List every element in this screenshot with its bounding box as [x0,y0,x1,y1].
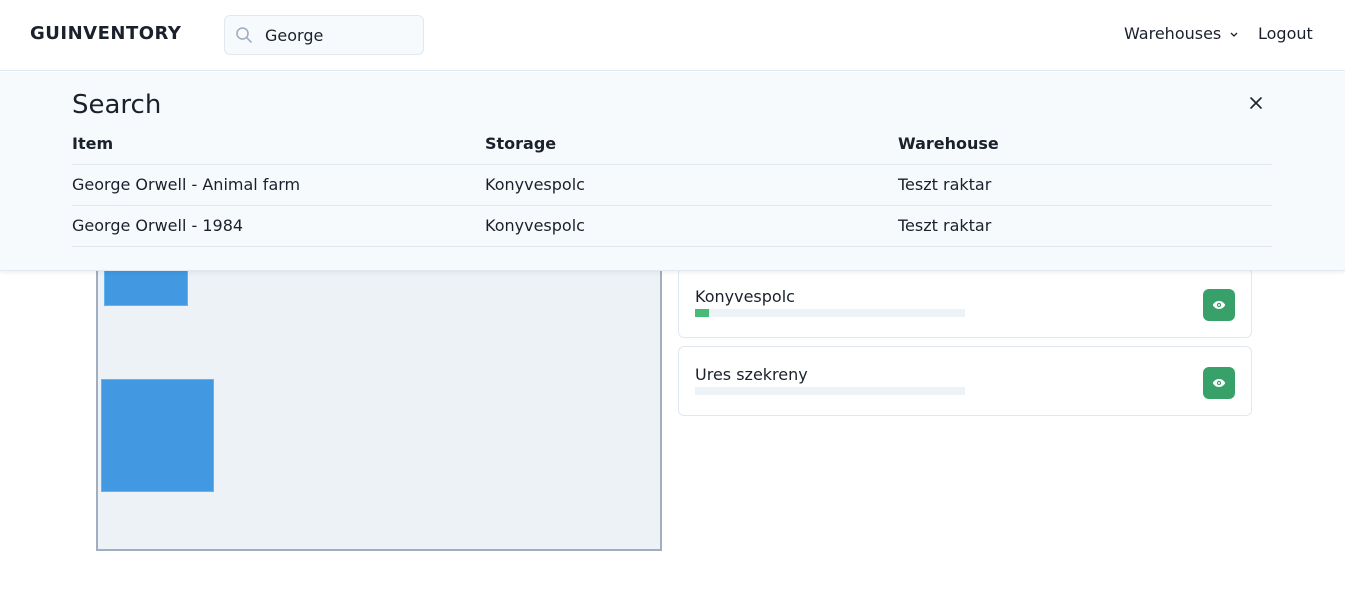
brand-logo[interactable]: GUINVENTORY [30,23,181,44]
column-header-warehouse: Warehouse [898,124,1272,165]
navbar: GUINVENTORY Warehouses Logout [0,0,1345,71]
cell-warehouse[interactable]: Teszt raktar [898,164,1272,206]
table-header-row: Item Storage Warehouse [72,124,1272,165]
warehouse-canvas[interactable] [96,250,662,551]
cell-storage[interactable]: Konyvespolc [485,205,898,247]
cell-item[interactable]: George Orwell - 1984 [72,205,485,247]
search-input[interactable] [265,16,420,54]
search-box[interactable] [224,15,424,55]
storage-name: Ures szekreny [695,365,808,384]
search-results-table: Item Storage Warehouse George Orwell - A… [72,124,1272,247]
storage-progress-bar [695,387,965,395]
storage-name: Konyvespolc [695,287,795,306]
storage-progress-fill [695,309,709,317]
view-storage-button[interactable] [1203,289,1235,321]
search-title: Search [72,90,162,120]
storage-card: Ures szekreny [678,346,1252,416]
search-icon [236,27,252,43]
cell-storage[interactable]: Konyvespolc [485,164,898,206]
column-header-storage: Storage [485,124,898,165]
view-storage-button[interactable] [1203,367,1235,399]
cell-item[interactable]: George Orwell - Animal farm [72,164,485,206]
table-row[interactable]: George Orwell - Animal farm Konyvespolc … [72,164,1272,206]
eye-icon [1212,379,1226,387]
eye-icon [1212,301,1226,309]
storage-card: Konyvespolc [678,268,1252,338]
chevron-down-icon[interactable] [1229,31,1239,39]
storage-shape[interactable] [101,379,214,492]
storage-progress-bar [695,309,965,317]
logout-link[interactable]: Logout [1258,24,1313,43]
close-icon[interactable] [1248,95,1264,111]
nav-warehouses-dropdown[interactable]: Warehouses [1124,24,1221,43]
search-results-panel: Search Item Storage Warehouse George Orw… [0,72,1345,271]
cell-warehouse[interactable]: Teszt raktar [898,205,1272,247]
column-header-item: Item [72,124,485,165]
table-row[interactable]: George Orwell - 1984 Konyvespolc Teszt r… [72,205,1272,247]
